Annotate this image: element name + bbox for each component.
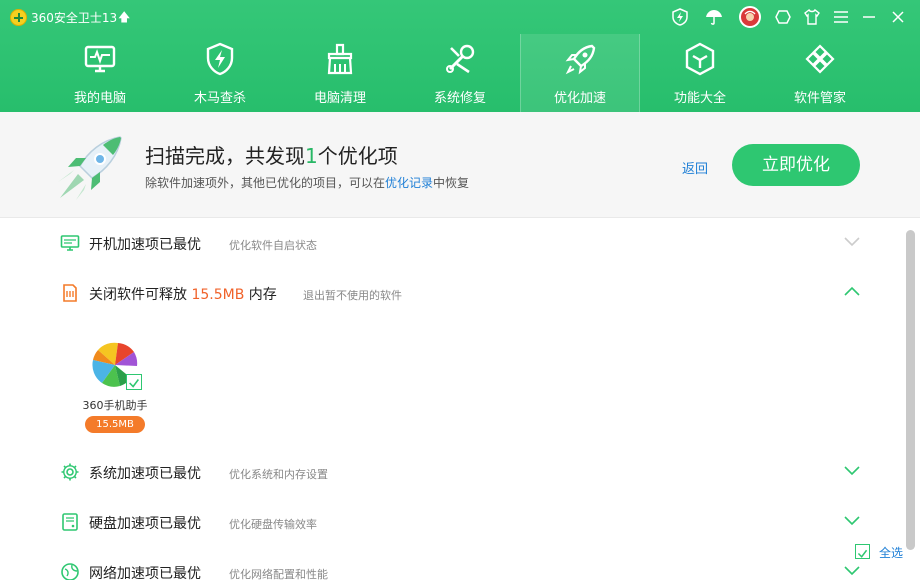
nav-label: 电脑清理 [313, 91, 366, 106]
app-card[interactable]: 360手机助手 15.5MB [70, 334, 160, 438]
nav-optimize[interactable]: 优化加速 [520, 34, 640, 112]
chevron-down-icon[interactable] [842, 563, 862, 577]
scan-result-subtitle: 除软件加速项外，其他已优化的项目，可以在优化记录中恢复 [145, 174, 469, 191]
minimize-icon[interactable] [858, 6, 880, 28]
title-text: 内存 [244, 287, 277, 303]
harddisk-icon [62, 513, 78, 531]
section-desc: 优化软件自启状态 [229, 239, 317, 252]
title-text: 扫描完成，共发现 [145, 144, 305, 168]
upgrade-arrow-icon[interactable]: 🡅 [118, 8, 130, 29]
vertical-scrollbar[interactable] [906, 230, 915, 550]
umbrella-icon[interactable] [703, 6, 725, 28]
title-text: 个优化项 [317, 144, 398, 168]
chevron-down-icon[interactable] [842, 463, 862, 477]
section-startup[interactable]: 开机加速项已最优 优化软件自启状态 [0, 218, 904, 268]
wrench-icon [446, 44, 475, 74]
optimize-now-button[interactable]: 立即优化 [732, 144, 860, 186]
main-nav: 我的电脑 木马查杀 电脑清理 系统修复 优化加速 功能大全 软件管家 [40, 34, 880, 112]
nav-label: 我的电脑 [73, 91, 126, 106]
nav-label: 系统修复 [433, 91, 486, 106]
avatar[interactable] [739, 6, 761, 28]
rocket-icon [565, 44, 596, 75]
section-title: 网络加速项已最优 [89, 566, 201, 580]
section-title: 硬盘加速项已最优 [89, 516, 201, 532]
optimize-history-link[interactable]: 优化记录 [385, 176, 433, 190]
nav-label: 软件管家 [793, 91, 846, 106]
monitor-icon [60, 235, 80, 251]
check-icon [129, 379, 140, 388]
section-desc: 优化系统和内存设置 [229, 468, 328, 481]
title-bar: 360安全卫士13 🡅 [0, 0, 920, 34]
subtitle-text: 除软件加速项外，其他已优化的项目，可以在 [145, 176, 386, 190]
globe-icon [61, 563, 79, 580]
app-name: 360手机助手 [82, 399, 148, 412]
nav-system-repair[interactable]: 系统修复 [400, 34, 520, 112]
section-harddisk[interactable]: 硬盘加速项已最优 优化硬盘传输效率 [0, 497, 904, 547]
section-network[interactable]: 网络加速项已最优 优化网络配置和性能 [0, 547, 904, 580]
section-title: 系统加速项已最优 [89, 466, 201, 482]
check-icon [857, 549, 868, 558]
section-title: 开机加速项已最优 [89, 237, 201, 253]
close-icon[interactable] [887, 6, 909, 28]
title-text: 关闭软件可释放 [89, 287, 192, 303]
shield-bolt-icon [206, 42, 234, 76]
nav-label: 功能大全 [673, 91, 726, 106]
nav-cleanup[interactable]: 电脑清理 [280, 34, 400, 112]
section-system[interactable]: 系统加速项已最优 优化系统和内存设置 [0, 447, 904, 497]
scan-result-banner: 扫描完成，共发现1个优化项 除软件加速项外，其他已优化的项目，可以在优化记录中恢… [0, 112, 920, 218]
memory-value: 15.5MB [191, 287, 245, 303]
broom-icon [327, 43, 353, 75]
section-desc: 退出暂不使用的软件 [303, 289, 402, 302]
section-desc: 优化硬盘传输效率 [229, 518, 317, 531]
gift-icon[interactable] [772, 6, 794, 28]
gear-icon [61, 463, 79, 481]
nav-software-manager[interactable]: 软件管家 [760, 34, 880, 112]
section-desc: 优化网络配置和性能 [229, 568, 328, 580]
app-logo-icon [10, 9, 27, 26]
memory-icon [63, 284, 77, 302]
app-checkbox[interactable] [126, 374, 142, 390]
select-all-label: 全选 [879, 546, 904, 560]
select-all-toggle[interactable]: 全选 [855, 543, 915, 561]
nav-features[interactable]: 功能大全 [640, 34, 760, 112]
nav-trojan-scan[interactable]: 木马查杀 [160, 34, 280, 112]
scan-result-title: 扫描完成，共发现1个优化项 [145, 140, 398, 169]
issue-count: 1 [305, 144, 318, 168]
nav-my-computer[interactable]: 我的电脑 [40, 34, 160, 112]
back-link[interactable]: 返回 [682, 158, 708, 177]
apps-icon [805, 44, 835, 74]
nav-label: 优化加速 [553, 91, 606, 106]
section-title: 关闭软件可释放 15.5MB 内存 [89, 284, 277, 304]
chevron-down-icon[interactable] [842, 234, 862, 248]
chevron-up-icon[interactable] [842, 284, 862, 298]
section-memory[interactable]: 关闭软件可释放 15.5MB 内存 退出暂不使用的软件 [0, 268, 904, 318]
monitor-icon [84, 45, 116, 73]
app-size-badge: 15.5MB [85, 416, 145, 433]
select-all-checkbox[interactable] [855, 544, 870, 559]
app-title: 360安全卫士13 [31, 11, 118, 25]
shirt-icon[interactable] [801, 6, 823, 28]
subtitle-text: 中恢复 [433, 176, 470, 190]
chevron-down-icon[interactable] [842, 513, 862, 527]
top-header: 360安全卫士13 🡅 我的电脑 木马查杀 电脑清理 系统修复 优化加速 功能大… [0, 0, 920, 112]
menu-icon[interactable] [830, 6, 852, 28]
nav-label: 木马查杀 [193, 91, 246, 106]
rocket-illustration-icon [58, 136, 122, 200]
cube-icon [685, 42, 715, 76]
shield-bolt-icon[interactable] [669, 6, 691, 28]
